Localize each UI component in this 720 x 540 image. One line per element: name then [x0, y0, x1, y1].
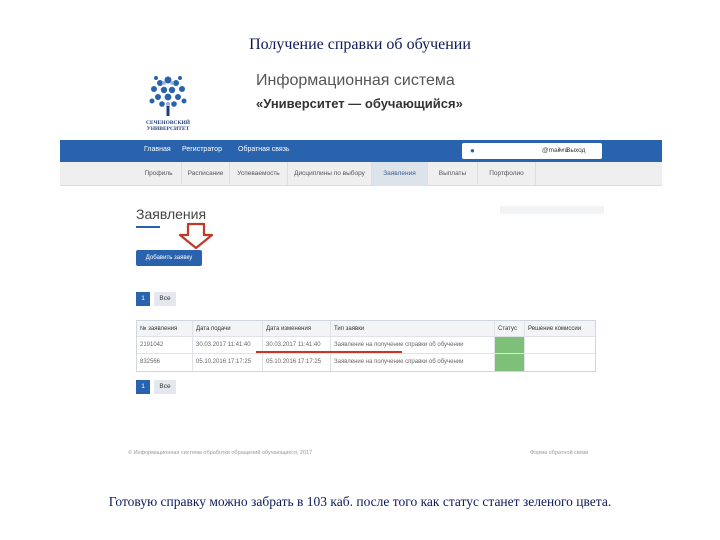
- faint-placeholder: [500, 206, 604, 214]
- slide-title: Получение справки об обучении: [249, 36, 471, 53]
- top-navigation: Главная Регистратор Обратная связь ● @ma…: [60, 140, 662, 162]
- down-arrow-icon: [178, 222, 214, 250]
- cell-status-green: [495, 354, 525, 371]
- tab-portfolio[interactable]: Портфолио: [478, 162, 536, 186]
- heading-underline: [136, 226, 160, 228]
- page-all-button[interactable]: Все: [154, 292, 176, 306]
- add-application-button[interactable]: Добавить заявку: [136, 250, 202, 266]
- footer-feedback-link[interactable]: Форма обратной связи: [530, 450, 588, 456]
- tab-schedule[interactable]: Расписание: [182, 162, 230, 186]
- col-decision: Решение комиссии: [528, 326, 582, 332]
- cell-modified: 05.10.2016 17:17:25: [263, 354, 331, 371]
- applications-table: № заявления Дата подачи Дата изменения Т…: [136, 320, 596, 372]
- tab-electives[interactable]: Дисциплины по выбору: [288, 162, 372, 186]
- cell-number: 832566: [137, 354, 193, 371]
- university-logo: СЕЧЕНОВСКИЙ УНИВЕРСИТЕТ: [140, 70, 196, 140]
- section-tabs: Профиль Расписание Успеваемость Дисципли…: [60, 162, 662, 186]
- cell-submitted: 05.10.2016 17:17:25: [193, 354, 263, 371]
- system-subtitle: «Университет — обучающийся»: [256, 96, 463, 111]
- cell-status-green: [495, 337, 525, 353]
- table-header-row: № заявления Дата подачи Дата изменения Т…: [137, 321, 595, 337]
- col-type: Тип заявки: [331, 321, 495, 336]
- tab-applications[interactable]: Заявления: [372, 162, 428, 186]
- cell-decision: [525, 337, 595, 353]
- cell-number: 2191042: [137, 337, 193, 353]
- screenshot-frame: СЕЧЕНОВСКИЙ УНИВЕРСИТЕТ Информационная с…: [60, 62, 662, 470]
- tab-profile[interactable]: Профиль: [136, 162, 182, 186]
- tab-payments[interactable]: Выплаты: [428, 162, 478, 186]
- tree-logo-icon: [149, 76, 187, 116]
- user-login-box[interactable]: ● @mail.ru ⇦ Выход: [462, 143, 602, 159]
- logout-icon[interactable]: ⇦: [558, 146, 564, 154]
- col-status: Статус: [495, 321, 525, 336]
- page-all-button[interactable]: Все: [154, 380, 176, 394]
- footer-copyright: © Информационная система обработки обращ…: [128, 450, 313, 456]
- page-title: Заявления: [136, 206, 207, 222]
- nav-registrar[interactable]: Регистратор: [182, 146, 222, 153]
- cell-decision: [525, 354, 595, 371]
- col-modified: Дата изменения: [263, 321, 331, 336]
- logout-link[interactable]: Выход: [566, 147, 585, 154]
- cell-type[interactable]: Заявление на получение справки об обучен…: [331, 354, 495, 371]
- user-icon: ●: [470, 146, 475, 155]
- slide-caption: Готовую справку можно забрать в 103 каб.…: [108, 494, 612, 509]
- col-submitted: Дата подачи: [193, 321, 263, 336]
- nav-feedback[interactable]: Обратная связь: [238, 146, 290, 153]
- highlight-underline: [256, 351, 402, 353]
- page-1-button[interactable]: 1: [136, 380, 150, 394]
- nav-home[interactable]: Главная: [144, 146, 171, 153]
- user-email: @mail.ru: [542, 147, 569, 154]
- tab-grades[interactable]: Успеваемость: [230, 162, 288, 186]
- logo-text-line2: УНИВЕРСИТЕТ: [146, 126, 190, 132]
- page-1-button[interactable]: 1: [136, 292, 150, 306]
- system-title: Информационная система: [256, 72, 455, 89]
- table-row[interactable]: 832566 05.10.2016 17:17:25 05.10.2016 17…: [137, 354, 595, 371]
- cell-submitted: 30.03.2017 11:41:40: [193, 337, 263, 353]
- col-number: № заявления: [137, 321, 193, 336]
